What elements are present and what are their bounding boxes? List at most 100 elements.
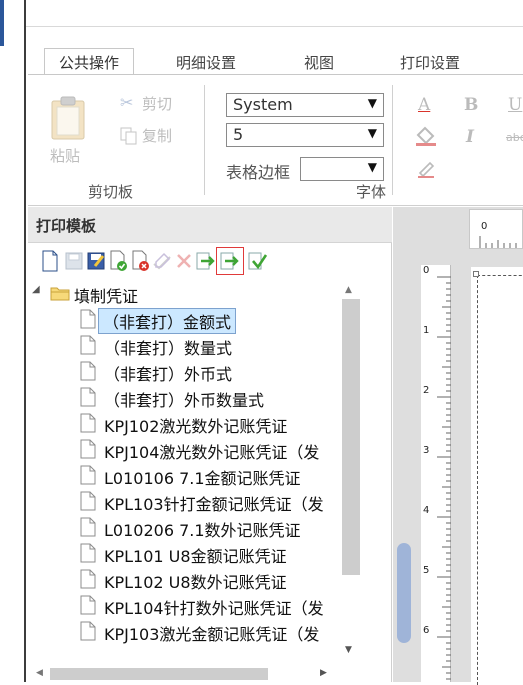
document-icon [80, 517, 96, 537]
tree-item-label: （非套打）金额式 [98, 308, 237, 334]
horizontal-ruler: 0 [469, 209, 523, 249]
ribbon-separator [204, 85, 205, 195]
paste-button[interactable]: 粘贴 [46, 95, 90, 175]
save-icon[interactable] [64, 250, 84, 272]
ribbon-panel: 粘贴 ✂ 剪切 复制 剪切板 System ▼ 5 ▼ 表格边框 ▼ 字体 A … [28, 74, 523, 206]
ruler-label: 2 [423, 385, 430, 396]
delete-x-icon[interactable] [174, 250, 194, 272]
tree-item-label: KPJ103激光金额记账凭证（发 [104, 625, 320, 644]
font-size-select[interactable]: 5 ▼ [226, 123, 384, 147]
save-as-icon[interactable] [86, 250, 106, 272]
template-tree: ◢ 填制凭证 （非套打）金额式 （非套打）数量式 （非套打）外币式 （非套打）外币数量… [28, 281, 340, 667]
move-in-icon[interactable] [196, 250, 216, 272]
cut-label: 剪切 [142, 95, 173, 113]
font-name-value: System [233, 95, 293, 114]
dropdown-arrow-icon: ▼ [367, 126, 377, 140]
scissors-icon: ✂ [120, 93, 134, 112]
scroll-thumb[interactable] [342, 299, 360, 575]
scroll-down-arrow-icon[interactable]: ▼ [345, 645, 352, 655]
ruler-label: 6 [423, 625, 430, 636]
tree-item-label: KPL101 U8金额记账凭证 [104, 547, 287, 566]
tab-public-ops[interactable]: 公共操作 [44, 48, 135, 75]
table-border-select[interactable]: ▼ [300, 157, 384, 181]
panel-splitter-handle[interactable] [397, 543, 411, 643]
tree-item-label: KPL103针打金额记账凭证（发 [104, 495, 324, 514]
font-group-label: 字体 [356, 183, 387, 201]
document-icon [80, 413, 96, 433]
document-icon [80, 387, 96, 407]
template-panel: 打印模板 ◢ 填制凭证 （非套打）金额式 （非套打）数量式 （非套打）外币式 （… [28, 207, 392, 683]
new-file-icon[interactable] [40, 250, 60, 272]
tab-view[interactable]: 视图 [304, 52, 334, 73]
document-icon [80, 439, 96, 459]
underline-button[interactable]: U [508, 95, 522, 115]
panel-header: 打印模板 [28, 207, 392, 243]
title-divider [0, 26, 523, 27]
confirm-check-icon[interactable] [248, 250, 268, 272]
tree-item-label: KPL104针打数外记账凭证（发 [104, 599, 324, 618]
ruler-label: 4 [423, 505, 430, 516]
copy-icon [120, 127, 137, 145]
move-out-icon [220, 252, 239, 270]
page-corner-handle[interactable] [473, 271, 479, 277]
tab-detail-settings[interactable]: 明细设置 [176, 52, 236, 73]
tree-root-label: 填制凭证 [74, 287, 139, 306]
print-preview-area: 0 0 1 2 3 4 5 6 [393, 207, 523, 685]
document-icon [80, 361, 96, 381]
tree-horizontal-scrollbar[interactable]: ◀ ▶ [28, 665, 340, 683]
document-icon [80, 491, 96, 511]
tab-print-settings[interactable]: 打印设置 [400, 52, 460, 73]
tree-item-label: KPL102 U8数外记账凭证 [104, 573, 287, 592]
font-size-value: 5 [233, 125, 244, 144]
vertical-ruler: 0 1 2 3 4 5 6 [421, 265, 451, 682]
highlighted-toolbar-button[interactable] [216, 247, 244, 275]
font-name-select[interactable]: System ▼ [226, 93, 384, 117]
fill-color-icon[interactable] [414, 125, 438, 147]
collapse-triangle-icon: ◢ [32, 284, 40, 295]
document-icon [80, 569, 96, 589]
left-edge-bar [0, 0, 26, 682]
scroll-left-arrow-icon[interactable]: ◀ [36, 668, 43, 678]
tree-item-label: （非套打）外币式 [104, 365, 233, 384]
copy-button[interactable]: 复制 [120, 125, 190, 147]
template-toolbar [40, 247, 380, 277]
import-icon[interactable] [108, 250, 128, 272]
ruler-label: 0 [423, 265, 430, 276]
dropdown-arrow-icon: ▼ [367, 160, 377, 174]
ribbon-separator [392, 85, 393, 195]
tree-item-label: L010106 7.1金额记账凭证 [104, 469, 301, 488]
document-icon [80, 543, 96, 563]
cut-button[interactable]: ✂ 剪切 [120, 93, 190, 115]
document-icon [80, 621, 96, 641]
document-icon [80, 335, 96, 355]
scroll-up-arrow-icon[interactable]: ▲ [345, 285, 352, 295]
table-border-label: 表格边框 [226, 163, 291, 182]
scroll-right-arrow-icon[interactable]: ▶ [320, 668, 327, 678]
panel-title: 打印模板 [36, 217, 97, 235]
font-color-button[interactable]: A [418, 95, 430, 115]
bold-button[interactable]: B [464, 95, 478, 115]
title-strip [0, 0, 523, 26]
copy-label: 复制 [142, 127, 173, 145]
dropdown-arrow-icon: ▼ [367, 96, 377, 110]
strikethrough-button[interactable]: abc [506, 131, 523, 144]
page-margin-box [477, 275, 523, 685]
delete-file-icon[interactable] [130, 250, 150, 272]
document-icon [80, 595, 96, 615]
left-accent [0, 0, 4, 46]
clipboard-group-label: 剪切板 [88, 183, 134, 201]
scroll-thumb-horizontal[interactable] [50, 668, 268, 680]
tree-item-label: KPJ102激光数外记账凭证 [104, 417, 288, 436]
document-icon [80, 465, 96, 485]
document-icon [80, 309, 96, 329]
preview-page[interactable] [471, 267, 523, 685]
paste-label: 粘贴 [50, 147, 81, 165]
italic-button[interactable]: I [466, 127, 474, 147]
edit-pencil-icon[interactable] [152, 250, 172, 272]
ruler-label: 5 [423, 565, 430, 576]
tree-item-label: （非套打）外币数量式 [104, 391, 265, 410]
clipboard-icon [51, 96, 85, 140]
tree-item-label: （非套打）数量式 [104, 339, 233, 358]
tree-vertical-scrollbar[interactable]: ▲ ▼ [340, 281, 360, 667]
pencil-icon[interactable] [416, 157, 438, 179]
